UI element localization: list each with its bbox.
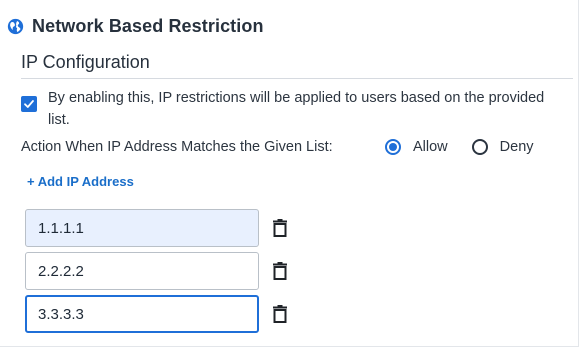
enable-ip-restriction-checkbox[interactable] bbox=[21, 96, 37, 112]
action-label: Action When IP Address Matches the Given… bbox=[21, 139, 333, 155]
trash-icon[interactable] bbox=[273, 219, 287, 237]
divider bbox=[21, 78, 573, 79]
ip-address-input[interactable] bbox=[25, 295, 259, 333]
section-title: Network Based Restriction bbox=[32, 16, 264, 36]
ip-address-input[interactable] bbox=[25, 209, 259, 247]
ip-address-input[interactable] bbox=[25, 252, 259, 290]
enable-ip-restriction-label: By enabling this, IP restrictions will b… bbox=[48, 90, 545, 128]
ip-row bbox=[25, 209, 287, 247]
ip-row bbox=[25, 252, 287, 290]
section-header: Network Based Restriction bbox=[7, 16, 264, 37]
trash-icon[interactable] bbox=[273, 305, 287, 323]
radio-deny[interactable] bbox=[471, 139, 488, 155]
action-radio-group: Allow Deny bbox=[385, 139, 534, 155]
checkmark-icon bbox=[24, 100, 34, 108]
trash-icon[interactable] bbox=[273, 262, 287, 280]
radio-deny-label[interactable]: Deny bbox=[500, 139, 534, 155]
ip-configuration-title: IP Configuration bbox=[21, 52, 150, 72]
radio-allow[interactable] bbox=[385, 139, 401, 155]
ip-row bbox=[25, 295, 287, 333]
globe-icon bbox=[7, 18, 24, 35]
add-ip-address-link[interactable]: + Add IP Address bbox=[27, 174, 134, 189]
radio-allow-label[interactable]: Allow bbox=[413, 139, 448, 155]
